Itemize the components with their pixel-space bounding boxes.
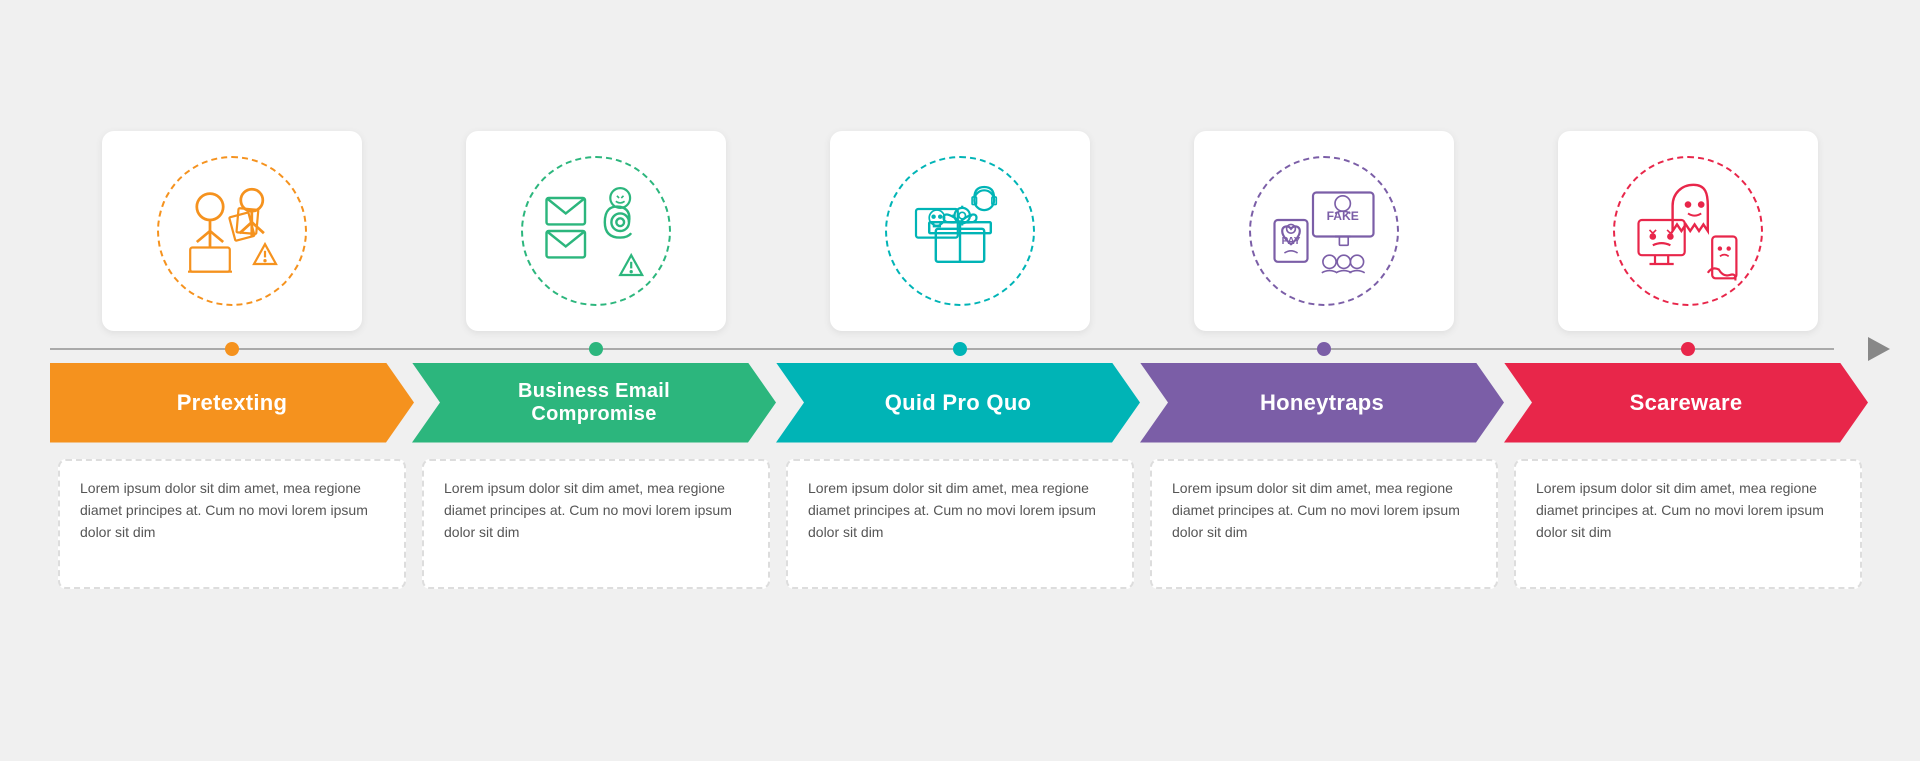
dot-quidproquo xyxy=(953,342,967,356)
conn-cell-4 xyxy=(1142,342,1506,356)
dashed-circle-scareware xyxy=(1613,156,1763,306)
arrow-quidproquo: Quid Pro Quo xyxy=(778,363,1142,443)
text-card-quidproquo: Lorem ipsum dolor sit dim amet, mea regi… xyxy=(786,459,1134,589)
dashed-circle-honeytraps: PAY FAKE xyxy=(1249,156,1399,306)
text-card-honeytraps: Lorem ipsum dolor sit dim amet, mea regi… xyxy=(1150,459,1498,589)
arrow-pretexting: Pretexting xyxy=(50,363,414,443)
arrows-row: Pretexting Business Email Compromise Qui… xyxy=(50,363,1870,443)
conn-cell-5 xyxy=(1506,342,1870,356)
bec-icon xyxy=(541,176,651,286)
arrow-label-honeytraps: Honeytraps xyxy=(1260,390,1384,416)
card-box-scareware xyxy=(1558,131,1818,331)
scareware-icon xyxy=(1633,176,1743,286)
card-box-honeytraps: PAY FAKE xyxy=(1194,131,1454,331)
text-quidproquo: Lorem ipsum dolor sit dim amet, mea regi… xyxy=(808,477,1112,544)
timeline-arrow xyxy=(1868,337,1890,361)
card-box-bec xyxy=(466,131,726,331)
icon-card-scareware xyxy=(1506,31,1870,331)
text-bec: Lorem ipsum dolor sit dim amet, mea regi… xyxy=(444,477,748,544)
text-scareware: Lorem ipsum dolor sit dim amet, mea regi… xyxy=(1536,477,1840,544)
card-box-quidproquo xyxy=(830,131,1090,331)
conn-cell-2 xyxy=(414,342,778,356)
infographic-container: PAY FAKE xyxy=(50,31,1870,731)
texts-row: Lorem ipsum dolor sit dim amet, mea regi… xyxy=(50,459,1870,589)
conn-cell-3 xyxy=(778,342,1142,356)
honeytraps-icon: PAY FAKE xyxy=(1269,176,1379,286)
text-honeytraps: Lorem ipsum dolor sit dim amet, mea regi… xyxy=(1172,477,1476,544)
dashed-circle-quidproquo xyxy=(885,156,1035,306)
dot-bec xyxy=(589,342,603,356)
icon-card-quidproquo xyxy=(778,31,1142,331)
icon-card-pretexting xyxy=(50,31,414,331)
pretexting-icon xyxy=(177,176,287,286)
quidproquo-icon xyxy=(905,176,1015,286)
icons-row: PAY FAKE xyxy=(50,31,1870,331)
dot-pretexting xyxy=(225,342,239,356)
arrow-label-pretexting: Pretexting xyxy=(177,390,288,416)
icon-card-bec xyxy=(414,31,778,331)
arrow-scareware: Scareware xyxy=(1506,363,1870,443)
dashed-circle-pretexting xyxy=(157,156,307,306)
icon-card-honeytraps: PAY FAKE xyxy=(1142,31,1506,331)
dot-scareware xyxy=(1681,342,1695,356)
arrow-label-quidproquo: Quid Pro Quo xyxy=(885,390,1032,416)
arrow-honeytraps: Honeytraps xyxy=(1142,363,1506,443)
text-pretexting: Lorem ipsum dolor sit dim amet, mea regi… xyxy=(80,477,384,544)
arrow-label-scareware: Scareware xyxy=(1630,390,1743,416)
conn-cell-1 xyxy=(50,342,414,356)
text-card-pretexting: Lorem ipsum dolor sit dim amet, mea regi… xyxy=(58,459,406,589)
arrow-label-bec: Business Email Compromise xyxy=(452,380,736,426)
text-card-scareware: Lorem ipsum dolor sit dim amet, mea regi… xyxy=(1514,459,1862,589)
dashed-circle-bec xyxy=(521,156,671,306)
connector-row xyxy=(50,337,1870,361)
card-box-pretexting xyxy=(102,131,362,331)
dot-honeytraps xyxy=(1317,342,1331,356)
text-card-bec: Lorem ipsum dolor sit dim amet, mea regi… xyxy=(422,459,770,589)
arrow-bec: Business Email Compromise xyxy=(414,363,778,443)
